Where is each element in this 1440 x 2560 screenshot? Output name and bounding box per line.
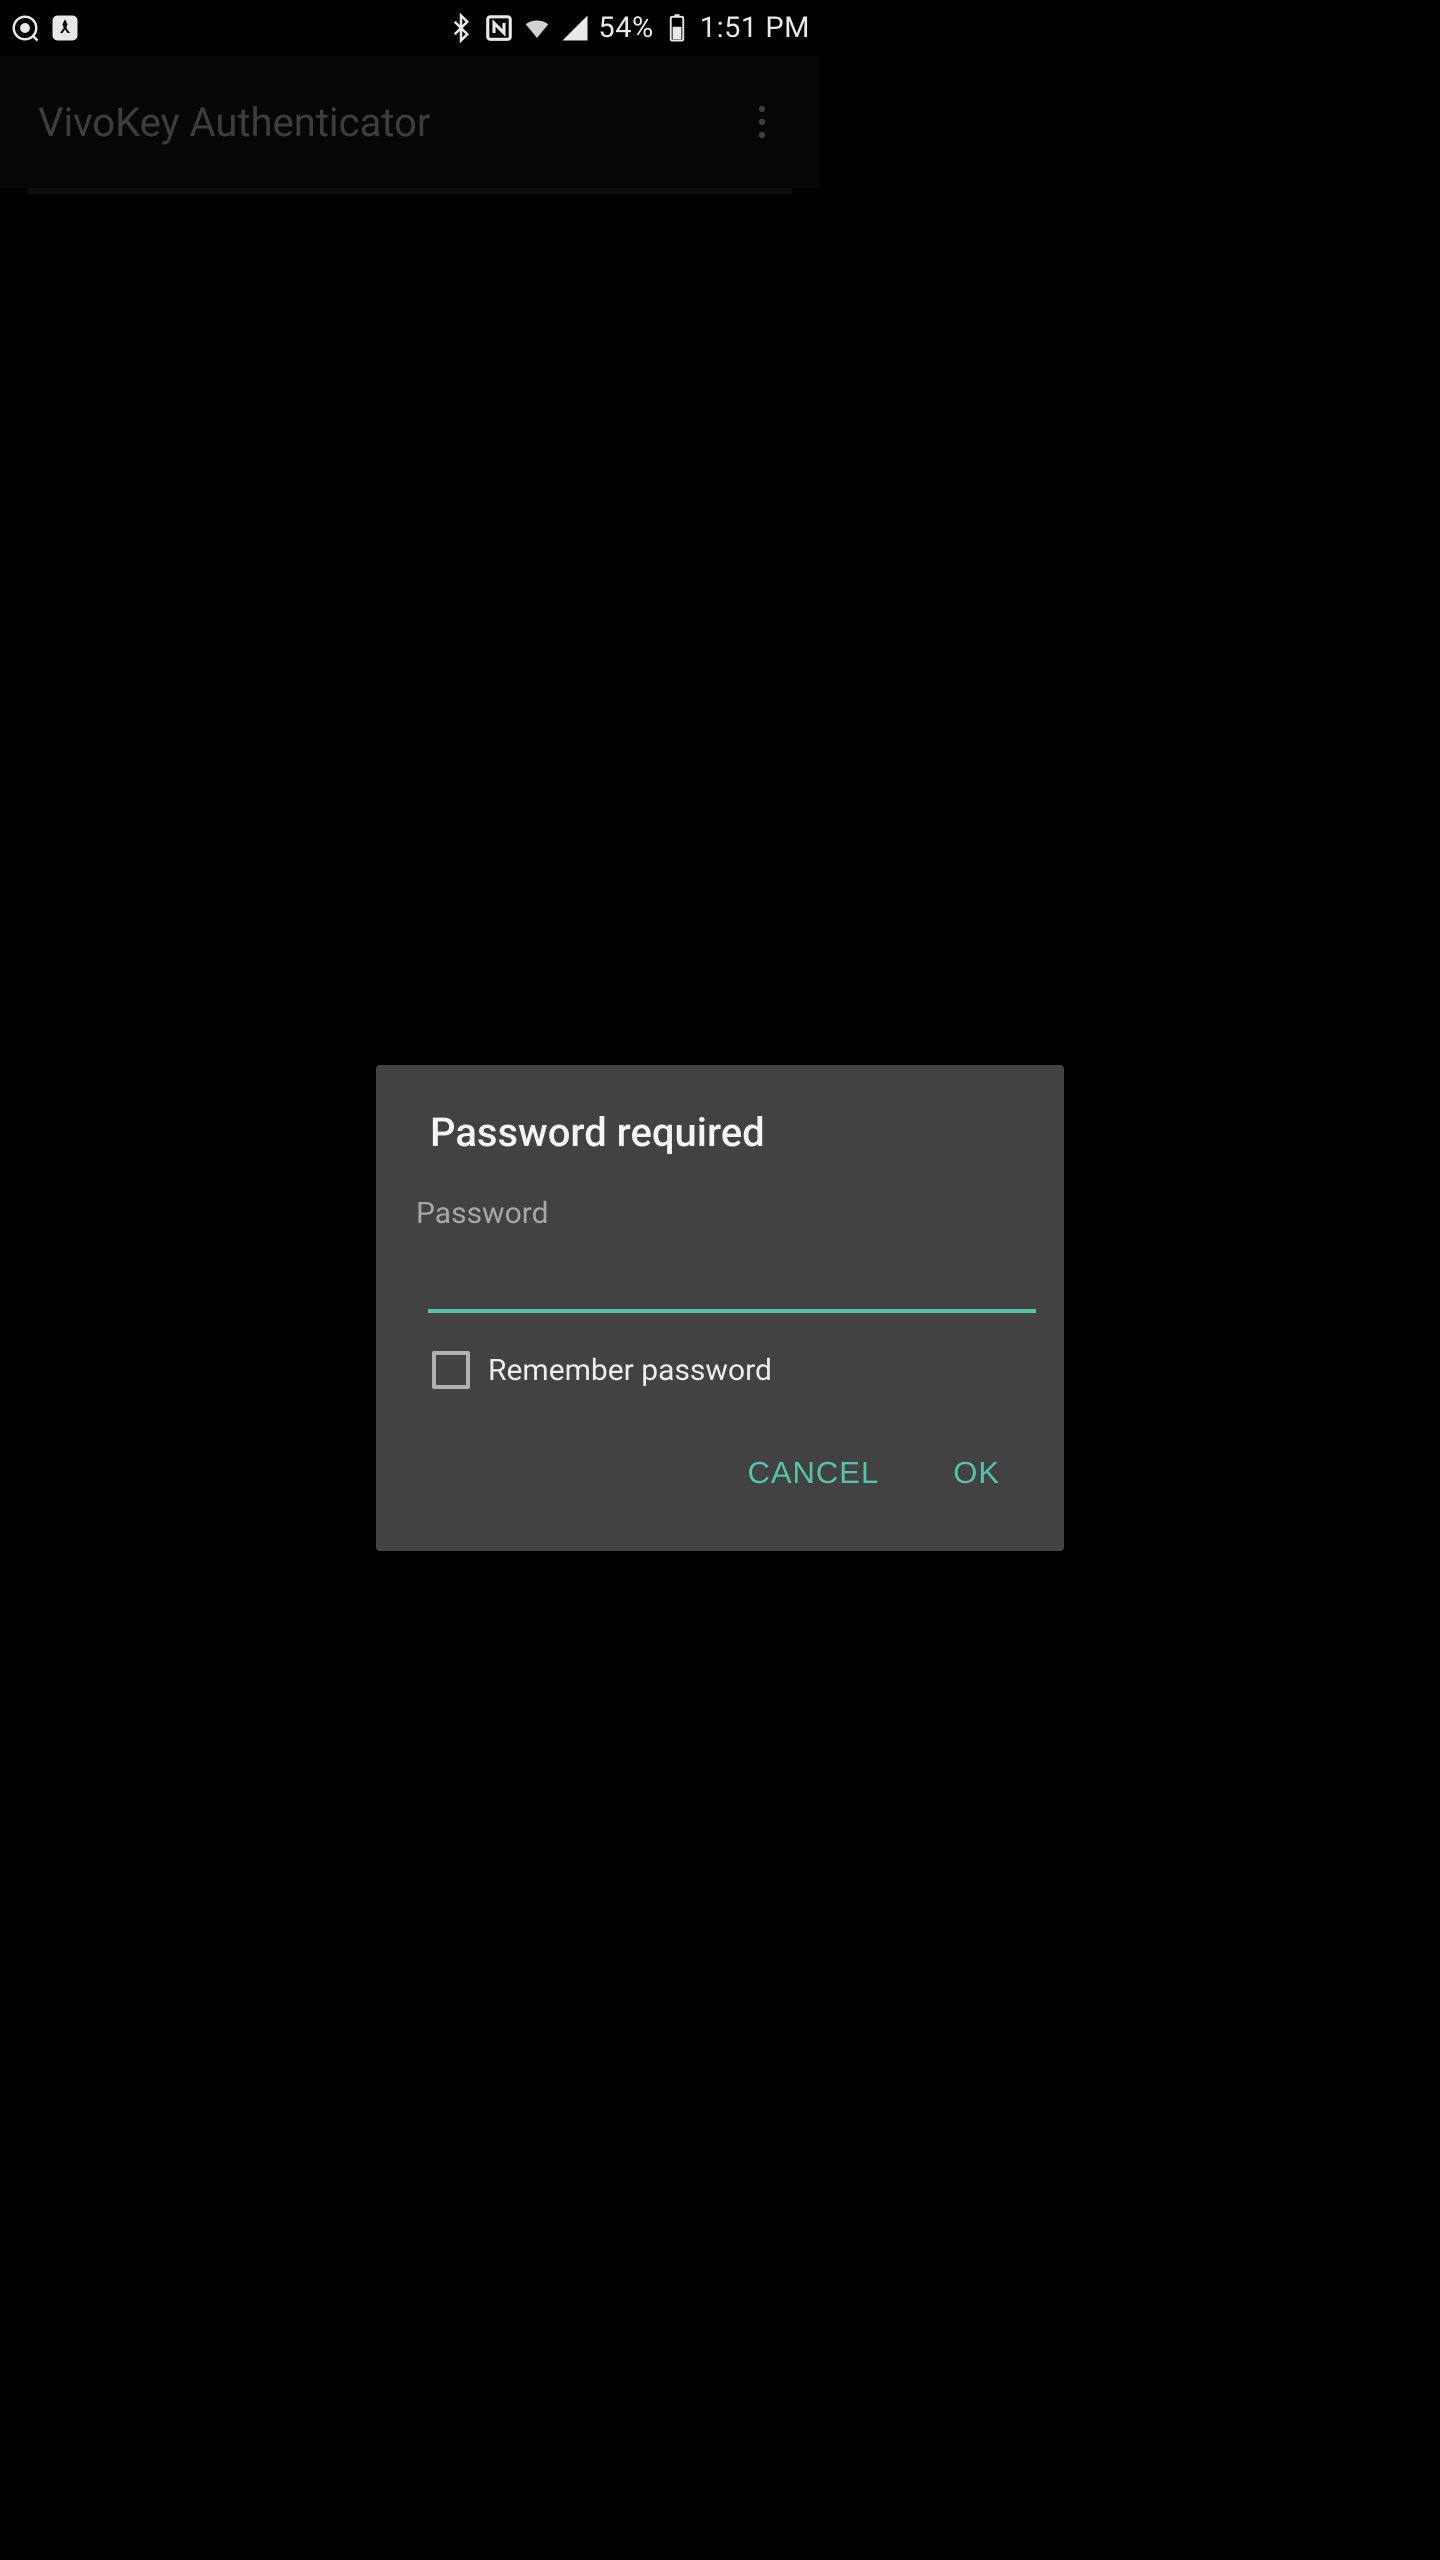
dialog-actions: CANCEL OK xyxy=(376,1389,1064,1551)
remember-password-label: Remember password xyxy=(488,1353,772,1388)
status-bar: 54% 1:51 PM xyxy=(0,0,820,56)
app-notification-icon xyxy=(50,13,80,43)
dialog-title: Password required xyxy=(376,1109,1064,1196)
remember-password-row[interactable]: Remember password xyxy=(376,1313,1064,1389)
wifi-icon xyxy=(522,13,552,43)
signal-icon xyxy=(560,13,590,43)
password-dialog: Password required Password Remember pass… xyxy=(376,1065,1064,1551)
remember-password-checkbox[interactable] xyxy=(432,1351,470,1389)
ok-button[interactable]: OK xyxy=(953,1455,1000,1491)
password-input[interactable] xyxy=(428,1257,1036,1313)
cancel-button[interactable]: CANCEL xyxy=(747,1455,879,1491)
nfc-icon xyxy=(484,13,514,43)
battery-icon xyxy=(662,13,692,43)
modal-scrim: Password required Password Remember pass… xyxy=(0,56,1440,2560)
status-left-icons xyxy=(10,13,80,43)
password-field-label: Password xyxy=(376,1196,1064,1231)
notification-icon-1 xyxy=(10,13,40,43)
clock: 1:51 PM xyxy=(700,11,810,45)
battery-percent: 54% xyxy=(598,11,653,45)
bluetooth-icon xyxy=(446,13,476,43)
status-right-icons: 54% 1:51 PM xyxy=(446,11,810,45)
